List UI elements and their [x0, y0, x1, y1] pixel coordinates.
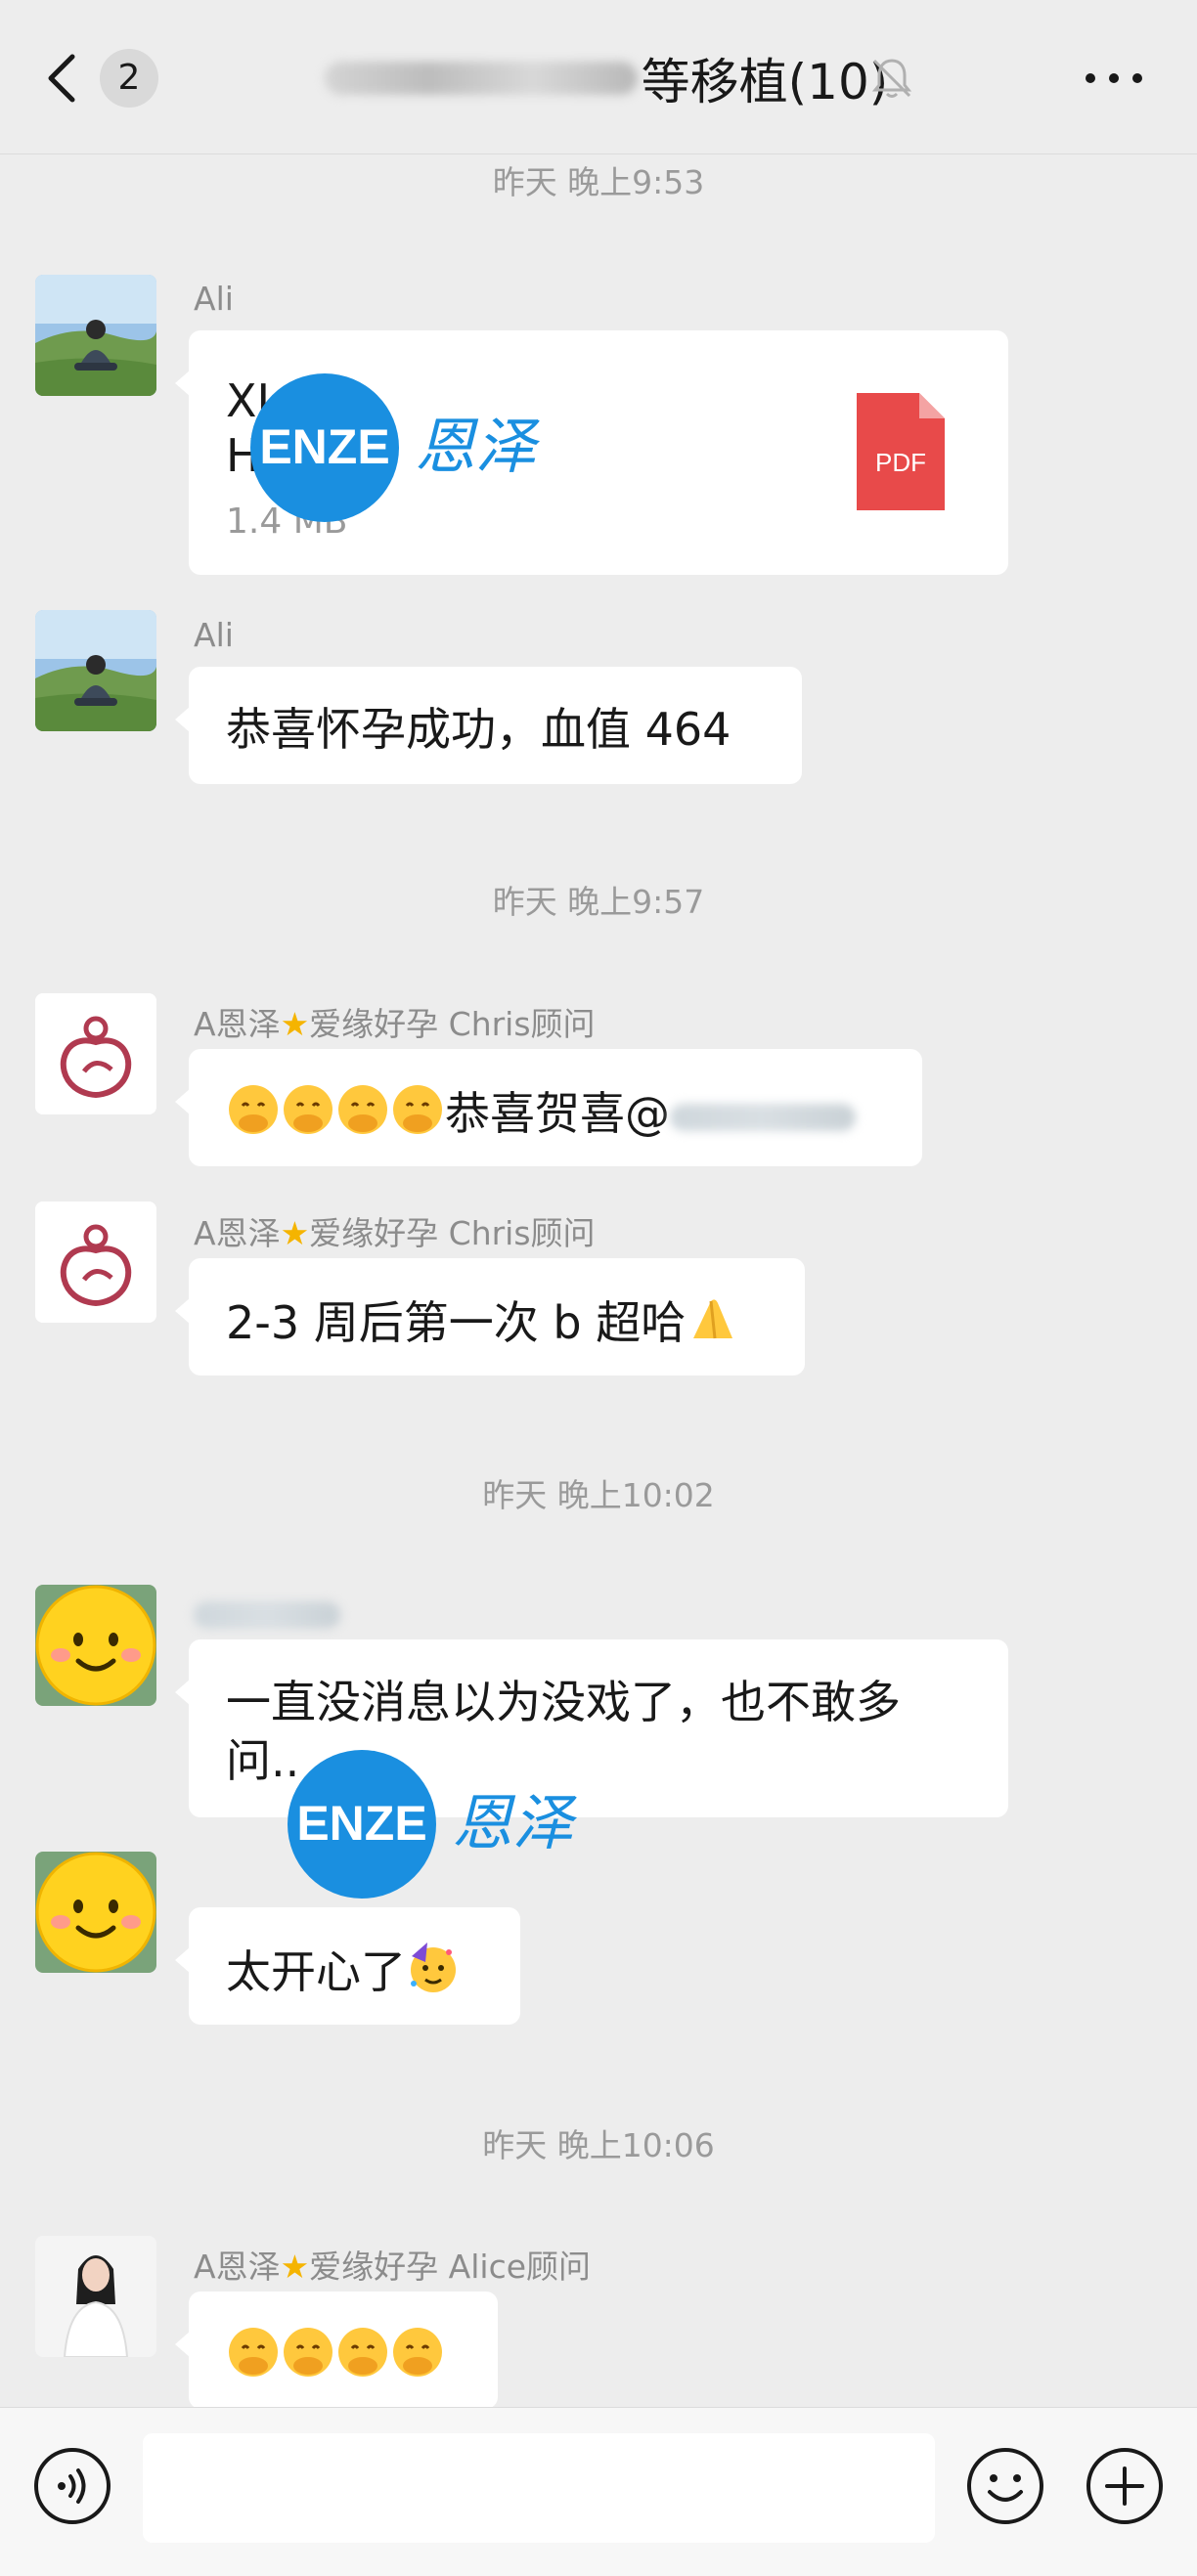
sender-suffix: 爱缘好孕 Chris顾问	[309, 1005, 596, 1043]
chat-title-text: 等移植(10)	[641, 54, 889, 110]
sender-name	[194, 1594, 340, 1632]
file-size: 1.4 MB	[226, 502, 348, 542]
consultant-avatar-image	[35, 2236, 156, 2357]
avatar[interactable]	[35, 2236, 156, 2357]
message-input[interactable]	[143, 2433, 935, 2543]
message-text-line1: 一直没消息以为没戏了，也不敢多	[226, 1676, 901, 1728]
emoji-icon[interactable]	[966, 2447, 1044, 2525]
avatar-image	[35, 275, 156, 396]
emoji-message[interactable]	[175, 2292, 498, 2409]
timestamp: 昨天 晚上10:06	[482, 2126, 715, 2164]
hand-over-mouth-emoji-icon	[338, 2328, 387, 2377]
timestamp: 昨天 晚上9:53	[492, 163, 705, 201]
hand-over-mouth-emoji-icon	[393, 1085, 442, 1134]
hand-over-mouth-emoji-icon	[284, 1085, 332, 1134]
message-text: 恭喜怀孕成功，血值 464	[226, 703, 732, 756]
star-icon: ★	[280, 1005, 310, 1043]
sender-name: Ali	[194, 616, 234, 654]
sender-prefix: A恩泽	[194, 2248, 281, 2286]
sender-name: Ali	[194, 280, 234, 318]
avatar[interactable]	[35, 610, 156, 731]
file-name-line1: XI й	[226, 374, 314, 427]
sender-name: A恩泽★爱缘好孕 Chris顾问	[194, 1207, 596, 1254]
more-icon[interactable]	[1082, 57, 1146, 100]
smiley-avatar-image	[35, 1852, 156, 1973]
hand-over-mouth-emoji-icon	[284, 2328, 332, 2377]
input-bar	[0, 2407, 1197, 2576]
back-arrow-icon	[48, 54, 75, 103]
clinic-logo-icon	[35, 993, 156, 1114]
plus-icon[interactable]	[1086, 2447, 1164, 2525]
hand-over-mouth-emoji-icon	[229, 2328, 278, 2377]
unread-count-badge: 2	[100, 49, 158, 108]
pinched-fingers-emoji-icon	[693, 1299, 733, 1339]
sender-name: A恩泽★爱缘好孕 Chris顾问	[194, 998, 596, 1045]
pdf-label: PDF	[875, 448, 926, 477]
text-message[interactable]: 太开心了	[175, 1907, 520, 2025]
message-text-line2: 问..	[226, 1734, 300, 1787]
mute-bell-icon	[871, 59, 912, 98]
hand-over-mouth-emoji-icon	[393, 2328, 442, 2377]
message-text: 恭喜贺喜@	[445, 1087, 670, 1140]
voice-icon[interactable]	[33, 2447, 111, 2525]
message-text: 2-3 周后第一次 b 超哈	[226, 1296, 687, 1349]
file-name-line2: Н ы р	[226, 429, 353, 482]
timestamp: 昨天 晚上9:57	[492, 883, 705, 921]
text-message[interactable]: 恭喜贺喜@	[175, 1049, 922, 1166]
message-text: 太开心了	[226, 1945, 406, 1998]
partying-face-emoji-icon	[411, 1943, 456, 1992]
back-button[interactable]: 2	[45, 47, 162, 109]
sender-suffix: 爱缘好孕 Alice顾问	[309, 2248, 592, 2286]
timestamp: 昨天 晚上10:02	[482, 1476, 715, 1514]
star-icon: ★	[280, 1214, 310, 1252]
hand-over-mouth-emoji-icon	[338, 1085, 387, 1134]
star-icon: ★	[280, 2248, 310, 2286]
file-message[interactable]: XI й Н ы р 1.4 MB PDF	[175, 330, 1008, 575]
sender-suffix: 爱缘好孕 Chris顾问	[309, 1214, 596, 1252]
avatar[interactable]	[35, 993, 156, 1114]
sender-name: A恩泽★爱缘好孕 Alice顾问	[194, 2241, 591, 2288]
file-name: XI й Н ы р	[226, 373, 637, 483]
smiley-avatar-image	[35, 1585, 156, 1706]
blurred-mention	[670, 1103, 856, 1131]
avatar[interactable]	[35, 275, 156, 396]
blurred-sender-name	[194, 1600, 340, 1629]
hand-over-mouth-emoji-icon	[229, 1085, 278, 1134]
avatar[interactable]	[35, 1852, 156, 1973]
avatar[interactable]	[35, 1201, 156, 1323]
text-message[interactable]: 恭喜怀孕成功，血值 464	[175, 667, 802, 784]
avatar-image	[35, 610, 156, 731]
pdf-icon: PDF	[857, 393, 945, 510]
chat-header: 2 等移植(10)	[0, 0, 1197, 154]
text-message[interactable]: 一直没消息以为没戏了，也不敢多 问..	[175, 1639, 1008, 1817]
avatar[interactable]	[35, 1585, 156, 1706]
chat-title[interactable]: 等移植(10)	[284, 43, 929, 113]
blurred-title-part	[324, 62, 638, 95]
sender-prefix: A恩泽	[194, 1214, 281, 1252]
sender-prefix: A恩泽	[194, 1005, 281, 1043]
text-message[interactable]: 2-3 周后第一次 b 超哈	[175, 1258, 805, 1375]
clinic-logo-icon	[35, 1201, 156, 1323]
